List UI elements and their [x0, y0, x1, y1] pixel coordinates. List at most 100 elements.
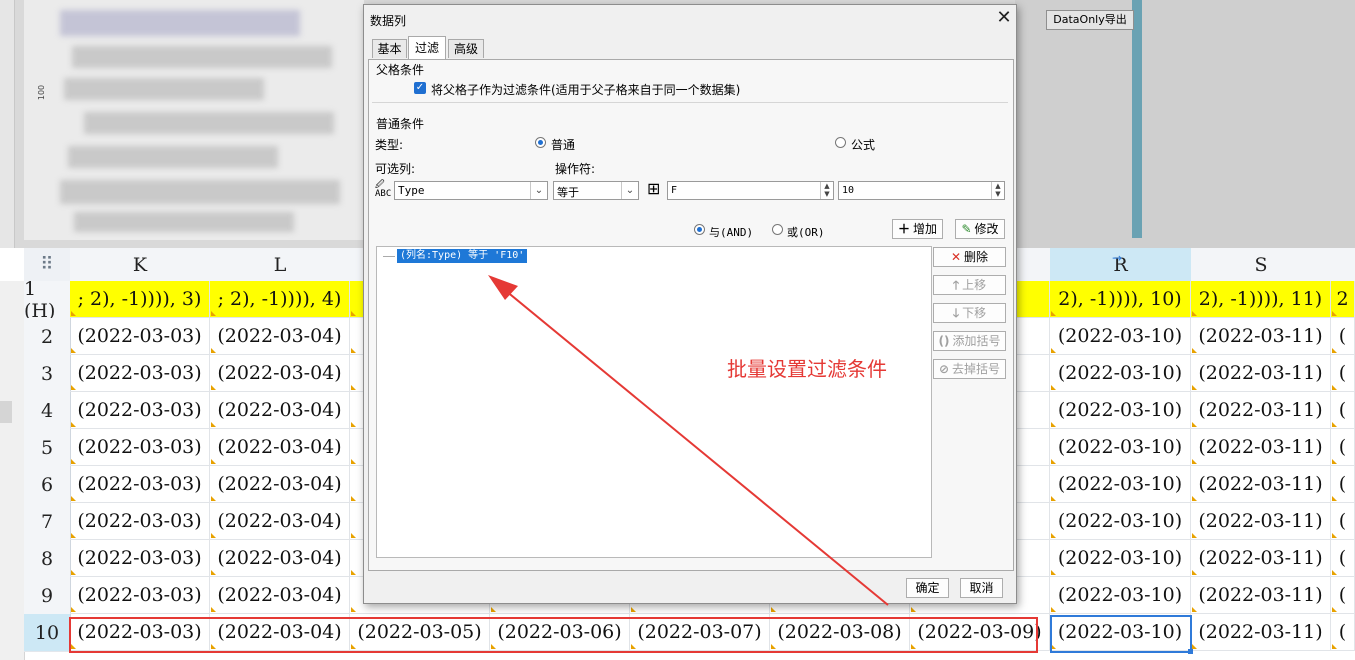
value2-input[interactable]: 10 ▲ ▼: [838, 181, 1005, 200]
tab-advanced[interactable]: 高级: [448, 39, 484, 58]
table-cell[interactable]: (2022-03-10): [1050, 355, 1191, 392]
dataonly-export-button[interactable]: DataOnly导出: [1046, 10, 1134, 30]
table-cell[interactable]: (2022-03-04): [210, 577, 350, 614]
table-cell[interactable]: (2022-03-05): [350, 614, 490, 651]
table-cell[interactable]: (2022-03-10): [1050, 503, 1191, 540]
table-cell[interactable]: (2022-03-03): [70, 503, 210, 540]
table-cell[interactable]: 2: [1331, 281, 1355, 318]
table-cell[interactable]: (2022-03-04): [210, 540, 350, 577]
table-cell[interactable]: (2022-03-03): [70, 466, 210, 503]
value-type-icon[interactable]: ⊞: [647, 180, 660, 198]
ok-button[interactable]: 确定: [906, 578, 949, 598]
table-cell[interactable]: (2022-03-07): [630, 614, 770, 651]
close-icon[interactable]: ✕: [994, 8, 1014, 28]
table-cell[interactable]: (: [1331, 355, 1355, 392]
row-header[interactable]: 10: [24, 614, 71, 652]
remove-bracket-icon: ⊘: [938, 362, 950, 376]
column-header-s[interactable]: S: [1191, 248, 1332, 282]
table-cell[interactable]: (2022-03-11): [1191, 355, 1331, 392]
table-cell[interactable]: (2022-03-04): [210, 503, 350, 540]
parent-as-filter-checkbox[interactable]: ✓: [414, 82, 426, 94]
table-cell[interactable]: (2022-03-09): [910, 614, 1050, 651]
column-select[interactable]: Type ⌄: [394, 181, 548, 200]
row-header[interactable]: 4: [24, 392, 71, 430]
table-cell[interactable]: (2022-03-10): [1050, 577, 1191, 614]
type-normal-radio[interactable]: [535, 137, 546, 148]
table-cell[interactable]: ; 2), -1)))), 4): [210, 281, 350, 318]
table-cell[interactable]: (2022-03-03): [70, 540, 210, 577]
table-cell[interactable]: (: [1331, 614, 1355, 651]
condition-tree-item[interactable]: (列名:Type) 等于 'F10': [397, 249, 528, 263]
table-cell[interactable]: (2022-03-04): [210, 614, 350, 651]
table-cell[interactable]: (2022-03-10): [1050, 614, 1191, 651]
table-cell[interactable]: (: [1331, 466, 1355, 503]
row-header[interactable]: 5: [24, 429, 71, 467]
table-cell[interactable]: (2022-03-10): [1050, 429, 1191, 466]
table-cell[interactable]: (: [1331, 318, 1355, 355]
table-cell[interactable]: (: [1331, 429, 1355, 466]
modify-condition-button[interactable]: ✎ 修改: [955, 219, 1005, 239]
spinner-icon[interactable]: ▲ ▼: [991, 182, 1004, 199]
row-header[interactable]: 2: [24, 318, 71, 356]
table-cell[interactable]: (2022-03-03): [70, 392, 210, 429]
type-normal-label: 普通: [551, 138, 576, 152]
or-radio[interactable]: [772, 224, 783, 235]
table-cell[interactable]: (2022-03-11): [1191, 318, 1331, 355]
table-cell[interactable]: (2022-03-08): [770, 614, 910, 651]
table-cell[interactable]: (2022-03-03): [70, 614, 210, 651]
table-cell[interactable]: (2022-03-11): [1191, 503, 1331, 540]
table-cell[interactable]: (2022-03-11): [1191, 577, 1331, 614]
row-header[interactable]: 9: [24, 577, 71, 615]
table-cell[interactable]: 2), -1)))), 11): [1191, 281, 1331, 318]
table-cell[interactable]: (2022-03-10): [1050, 540, 1191, 577]
row-header[interactable]: 8: [24, 540, 71, 578]
table-cell[interactable]: (2022-03-03): [70, 355, 210, 392]
table-cell[interactable]: (2022-03-04): [210, 392, 350, 429]
table-cell[interactable]: (2022-03-03): [70, 318, 210, 355]
column-header-l[interactable]: L: [210, 248, 351, 282]
table-cell[interactable]: (: [1331, 392, 1355, 429]
cancel-button[interactable]: 取消: [960, 578, 1003, 598]
condition-tree[interactable]: (列名:Type) 等于 'F10': [376, 246, 932, 558]
table-cell[interactable]: (2022-03-04): [210, 318, 350, 355]
add-condition-button[interactable]: ＋增加: [892, 219, 943, 239]
table-cell[interactable]: (2022-03-10): [1050, 318, 1191, 355]
operator-select[interactable]: 等于 ⌄: [553, 181, 639, 200]
fill-handle[interactable]: [1188, 649, 1193, 654]
column-header-k[interactable]: K: [70, 248, 211, 282]
table-cell[interactable]: (2022-03-11): [1191, 614, 1331, 651]
table-cell[interactable]: (2022-03-06): [490, 614, 630, 651]
remove-bracket-button[interactable]: ⊘ 去掉括号: [933, 359, 1006, 379]
table-cell[interactable]: (: [1331, 540, 1355, 577]
delete-button[interactable]: ✕ 删除: [933, 247, 1006, 267]
move-up-button[interactable]: 🡑 上移: [933, 275, 1006, 295]
table-cell[interactable]: (2022-03-03): [70, 429, 210, 466]
row-header[interactable]: 3: [24, 355, 71, 393]
table-cell[interactable]: (2022-03-11): [1191, 429, 1331, 466]
move-down-button[interactable]: 🡓 下移: [933, 303, 1006, 323]
table-cell[interactable]: (2022-03-10): [1050, 392, 1191, 429]
table-cell[interactable]: 2), -1)))), 10): [1050, 281, 1191, 318]
table-cell[interactable]: (2022-03-04): [210, 355, 350, 392]
table-cell[interactable]: (: [1331, 577, 1355, 614]
type-formula-radio[interactable]: [835, 137, 846, 148]
value-input[interactable]: F ▲ ▼: [667, 181, 834, 200]
table-cell[interactable]: (2022-03-03): [70, 577, 210, 614]
spinner-icon[interactable]: ▲ ▼: [820, 182, 833, 199]
table-cell[interactable]: (: [1331, 503, 1355, 540]
row-header[interactable]: 1 (H): [24, 278, 71, 322]
row-header[interactable]: 6: [24, 466, 71, 504]
tab-filter[interactable]: 过滤: [408, 36, 446, 59]
and-radio[interactable]: [694, 224, 705, 235]
table-cell[interactable]: (2022-03-04): [210, 429, 350, 466]
row-header[interactable]: 7: [24, 503, 71, 541]
plus-icon: ＋: [897, 222, 910, 236]
table-cell[interactable]: (2022-03-10): [1050, 466, 1191, 503]
table-cell[interactable]: (2022-03-11): [1191, 466, 1331, 503]
table-cell[interactable]: ; 2), -1)))), 3): [70, 281, 210, 318]
table-cell[interactable]: (2022-03-11): [1191, 540, 1331, 577]
table-cell[interactable]: (2022-03-11): [1191, 392, 1331, 429]
add-bracket-button[interactable]: () 添加括号: [933, 331, 1006, 351]
table-cell[interactable]: (2022-03-04): [210, 466, 350, 503]
tab-basic[interactable]: 基本: [372, 39, 407, 58]
